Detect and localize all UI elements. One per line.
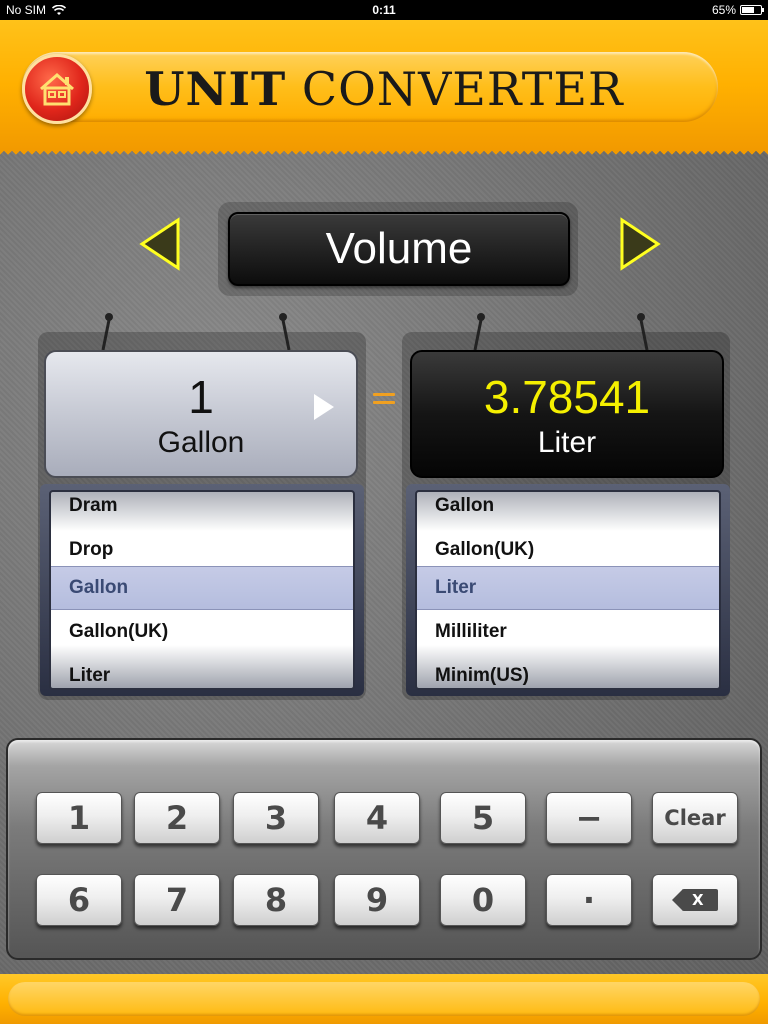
- clock: 0:11: [372, 3, 396, 17]
- keypad: 1 2 3 4 5 − Clear 6 7 8 9 0 · X: [6, 738, 762, 960]
- equals-icon: [373, 388, 395, 414]
- backspace-x: X: [692, 891, 704, 909]
- to-value-display: 3.78541 Liter: [410, 350, 724, 478]
- key-2[interactable]: 2: [134, 792, 220, 844]
- title-rest: CONVERTER: [301, 62, 624, 116]
- to-unit: Liter: [537, 426, 597, 459]
- wifi-icon: [52, 4, 67, 15]
- hook-icon: [101, 313, 113, 351]
- key-minus[interactable]: −: [546, 792, 632, 844]
- play-icon: [314, 394, 334, 420]
- from-value-display[interactable]: 1 Gallon: [44, 350, 358, 478]
- key-3[interactable]: 3: [233, 792, 319, 844]
- to-value: 3.78541: [483, 371, 651, 423]
- title-bold: UNIT: [144, 62, 287, 116]
- battery-fill: [742, 7, 754, 13]
- key-7[interactable]: 7: [134, 874, 220, 926]
- key-1[interactable]: 1: [36, 792, 122, 844]
- picker-item[interactable]: Milliliter: [417, 610, 719, 654]
- page-title: UNIT CONVERTER: [0, 62, 768, 116]
- hook-icon: [637, 313, 649, 351]
- hook-icon: [279, 313, 291, 351]
- to-unit-picker[interactable]: Gallon Gallon(UK) Liter Milliliter Minim…: [406, 484, 730, 696]
- category-display[interactable]: Volume: [228, 212, 570, 286]
- key-5[interactable]: 5: [440, 792, 526, 844]
- picker-item[interactable]: Minim(US): [417, 654, 719, 688]
- picker-item[interactable]: Dram: [51, 492, 353, 528]
- key-9[interactable]: 9: [334, 874, 420, 926]
- carrier-label: No SIM: [6, 3, 47, 17]
- picker-item[interactable]: Liter: [51, 654, 353, 688]
- footer-bar: [0, 974, 768, 1024]
- footer-pill: [8, 982, 760, 1016]
- triangle-right-icon[interactable]: [616, 216, 664, 272]
- picker-item[interactable]: Gallon: [417, 492, 719, 528]
- key-decimal[interactable]: ·: [546, 874, 632, 926]
- key-0[interactable]: 0: [440, 874, 526, 926]
- picker-item-selected[interactable]: Gallon: [51, 566, 353, 610]
- key-8[interactable]: 8: [233, 874, 319, 926]
- key-4[interactable]: 4: [334, 792, 420, 844]
- picker-item[interactable]: Gallon(UK): [51, 610, 353, 654]
- picker-item-selected[interactable]: Liter: [417, 566, 719, 610]
- from-value: 1: [188, 371, 214, 423]
- hook-icon: [473, 313, 485, 351]
- header: UNIT CONVERTER: [0, 20, 768, 156]
- status-bar: No SIM 0:11 65%: [0, 0, 768, 20]
- battery-icon: [740, 5, 764, 15]
- key-6[interactable]: 6: [36, 874, 122, 926]
- battery-percent: 65%: [711, 3, 736, 17]
- clear-button[interactable]: Clear: [652, 792, 738, 844]
- from-unit-picker[interactable]: Dram Drop Gallon Gallon(UK) Liter: [40, 484, 364, 696]
- triangle-left-icon[interactable]: [136, 216, 184, 272]
- from-unit: Gallon: [157, 426, 245, 459]
- backspace-icon: X: [672, 889, 718, 911]
- backspace-button[interactable]: X: [652, 874, 738, 926]
